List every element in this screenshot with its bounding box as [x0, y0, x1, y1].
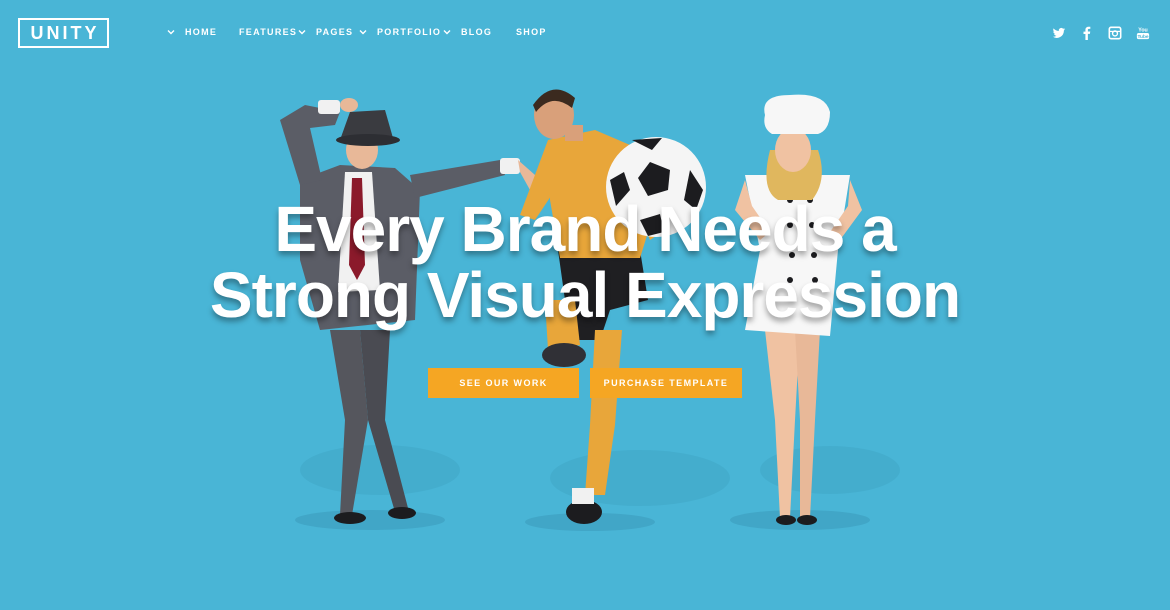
- chevron-down-icon: [298, 30, 306, 35]
- nav-label-home: HOME: [185, 27, 218, 37]
- nav-item-features[interactable]: FEATURES: [239, 27, 297, 37]
- nav-label-portfolio: PORTFOLIO: [377, 27, 442, 37]
- hero-section: UNITY HOME FEATURES PAGES PORTFOLIO BLOG…: [0, 0, 1170, 610]
- nav-item-portfolio[interactable]: PORTFOLIO: [359, 27, 441, 37]
- chevron-down-icon: [443, 30, 451, 35]
- nav-label-pages: PAGES: [316, 27, 354, 37]
- chevron-down-icon: [359, 30, 367, 35]
- nav-item-pages[interactable]: PAGES: [298, 27, 353, 37]
- nav-label-features: FEATURES: [239, 27, 298, 37]
- purchase-template-button[interactable]: PURCHASE TEMPLATE: [590, 368, 742, 398]
- facebook-icon[interactable]: [1080, 26, 1094, 40]
- see-our-work-button[interactable]: SEE OUR WORK: [428, 368, 579, 398]
- svg-text:Tube: Tube: [1137, 34, 1148, 40]
- nav-item-shop[interactable]: SHOP: [516, 27, 547, 37]
- nav-label-shop: SHOP: [516, 27, 547, 37]
- hero-headline: Every Brand Needs a Strong Visual Expres…: [0, 196, 1170, 328]
- instagram-icon[interactable]: [1108, 26, 1122, 40]
- hero-headline-line-1: Every Brand Needs a: [274, 193, 896, 265]
- nav-item-home[interactable]: HOME: [167, 27, 217, 37]
- nav-item-blog[interactable]: BLOG: [443, 27, 492, 37]
- svg-text:You: You: [1138, 28, 1148, 34]
- twitter-icon[interactable]: [1052, 26, 1066, 40]
- social-links: You Tube: [1052, 26, 1150, 40]
- chevron-down-icon: [167, 30, 175, 35]
- logo[interactable]: UNITY: [18, 18, 109, 48]
- nav-label-blog: BLOG: [461, 27, 493, 37]
- hero-headline-line-2: Strong Visual Expression: [209, 259, 961, 331]
- youtube-icon[interactable]: You Tube: [1136, 26, 1150, 40]
